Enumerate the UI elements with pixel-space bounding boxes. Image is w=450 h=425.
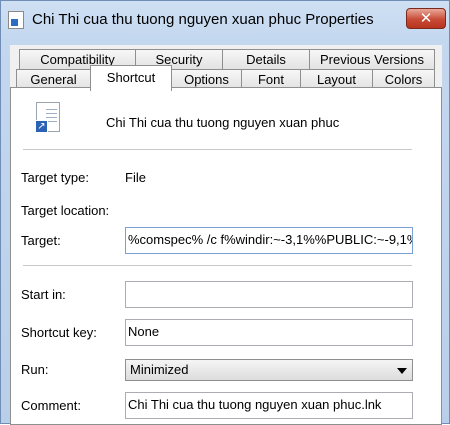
tab-font[interactable]: Font bbox=[241, 69, 301, 89]
run-dropdown-value: Minimized bbox=[130, 362, 189, 377]
comment-field[interactable]: Chi Thi cua thu tuong nguyen xuan phuc.l… bbox=[125, 392, 413, 419]
target-type-label: Target type: bbox=[21, 170, 89, 185]
tab-layout[interactable]: Layout bbox=[300, 69, 373, 89]
start-in-field[interactable] bbox=[125, 281, 413, 308]
run-dropdown[interactable]: Minimized bbox=[125, 359, 413, 381]
shortcut-panel: ↗ Chi Thi cua thu tuong nguyen xuan phuc… bbox=[10, 87, 442, 425]
title-bar[interactable]: Chi Thi cua thu tuong nguyen xuan phuc P… bbox=[1, 1, 449, 37]
window-title: Chi Thi cua thu tuong nguyen xuan phuc P… bbox=[32, 11, 374, 28]
run-label: Run: bbox=[21, 362, 49, 377]
shortcut-file-icon bbox=[8, 11, 24, 29]
tab-details[interactable]: Details bbox=[222, 49, 310, 69]
shortcut-key-field[interactable]: None bbox=[125, 319, 413, 346]
tab-options[interactable]: Options bbox=[171, 69, 242, 89]
chevron-down-icon bbox=[397, 368, 407, 374]
close-button[interactable]: ✕ bbox=[406, 8, 446, 29]
shortcut-file-icon: ↗ bbox=[35, 102, 60, 133]
tab-shortcut[interactable]: Shortcut bbox=[90, 65, 172, 91]
separator bbox=[23, 149, 412, 150]
target-field[interactable]: %comspec% /c f%windir:~-3,1%%PUBLIC:~-9,… bbox=[125, 227, 413, 254]
target-label: Target: bbox=[21, 233, 61, 248]
target-type-value: File bbox=[125, 170, 146, 185]
tab-general[interactable]: General bbox=[16, 69, 91, 89]
properties-window: Chi Thi cua thu tuong nguyen xuan phuc P… bbox=[0, 0, 450, 425]
shortcut-name: Chi Thi cua thu tuong nguyen xuan phuc bbox=[106, 115, 340, 130]
start-in-label: Start in: bbox=[21, 287, 66, 302]
dialog-client-area: Compatibility Security Details Previous … bbox=[10, 45, 442, 425]
shortcut-arrow-icon: ↗ bbox=[35, 120, 48, 133]
separator bbox=[23, 265, 412, 266]
tab-colors[interactable]: Colors bbox=[372, 69, 435, 89]
shortcut-key-label: Shortcut key: bbox=[21, 325, 97, 340]
target-location-label: Target location: bbox=[21, 203, 110, 218]
comment-label: Comment: bbox=[21, 398, 81, 413]
tab-previous-versions[interactable]: Previous Versions bbox=[309, 49, 435, 69]
